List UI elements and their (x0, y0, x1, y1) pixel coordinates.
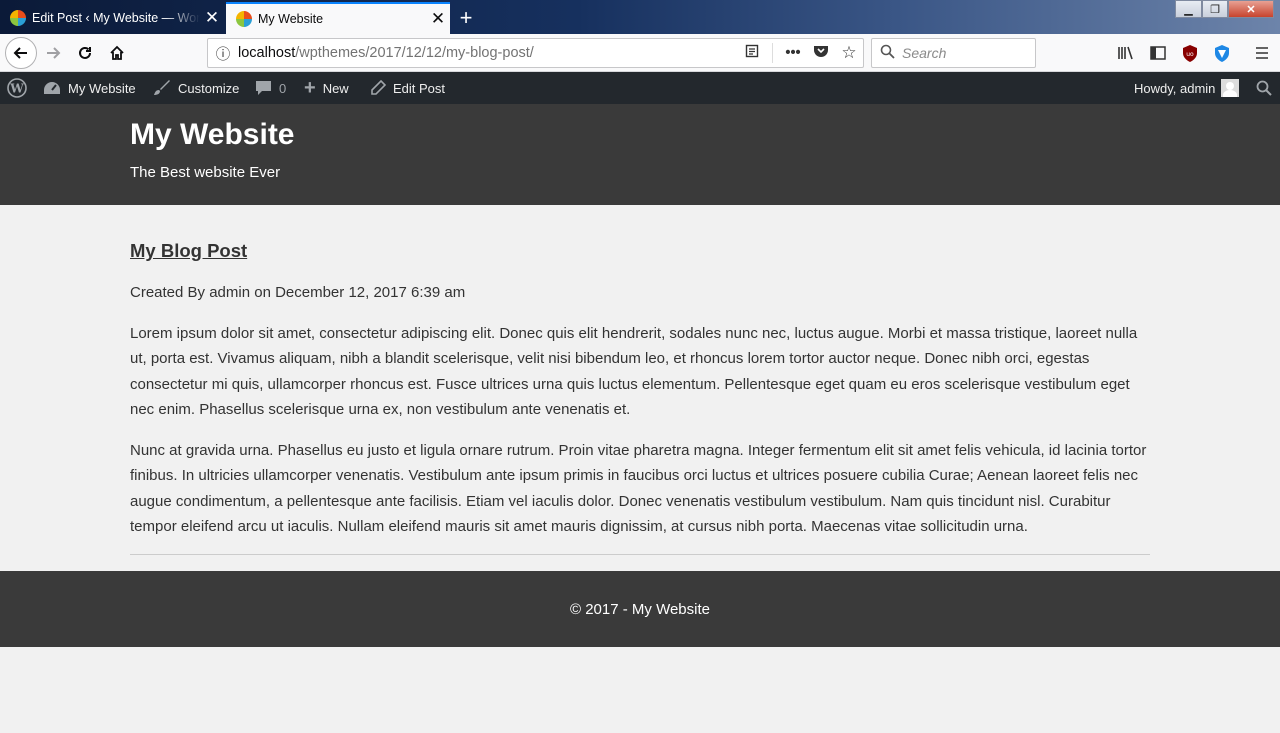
close-tab-icon[interactable]: ✕ (200, 8, 224, 28)
paintbrush-icon (153, 80, 171, 96)
wordpress-logo-icon: W (7, 78, 27, 98)
site-footer: © 2017 - My Website (0, 571, 1280, 647)
post-paragraph: Nunc at gravida urna. Phasellus eu justo… (130, 442, 1147, 535)
howdy-label: Howdy, admin (1134, 80, 1216, 96)
forward-arrow-icon (47, 47, 61, 59)
tab-my-website[interactable]: My Website ✕ (226, 2, 450, 34)
site-title[interactable]: My Website (130, 118, 295, 152)
customize-menu[interactable]: Customize (153, 72, 239, 104)
comments-menu[interactable]: 0 (255, 72, 286, 104)
wordpress-favicon-icon (10, 10, 26, 26)
url-host: localhost (238, 45, 296, 61)
edit-post-menu[interactable]: Edit Post (370, 72, 445, 104)
new-tab-button[interactable]: + (452, 2, 480, 34)
ublock-origin-icon[interactable]: uo (1178, 38, 1202, 68)
reload-button[interactable] (70, 38, 100, 68)
tab-title: My Website (258, 12, 324, 26)
back-arrow-icon (13, 47, 27, 59)
admin-search-button[interactable] (1256, 72, 1272, 104)
reader-view-icon[interactable] (738, 44, 766, 62)
url-bar-actions: ••• ☆ (738, 39, 863, 67)
page-actions-icon[interactable]: ••• (779, 45, 807, 61)
pencil-icon (370, 80, 386, 96)
menu-icon[interactable] (1250, 38, 1274, 68)
avatar (1221, 79, 1240, 97)
tab-title: Edit Post ‹ My Website — WordPress (32, 11, 200, 25)
reload-icon (79, 46, 91, 59)
post-paragraph: Lorem ipsum dolor sit amet, consectetur … (130, 325, 1138, 418)
close-tab-icon[interactable]: ✕ (426, 9, 450, 29)
search-icon (872, 44, 902, 62)
back-button[interactable] (5, 37, 37, 69)
tab-edit-post[interactable]: Edit Post ‹ My Website — WordPress ✕ (0, 2, 224, 34)
home-icon (110, 45, 124, 60)
dashboard-icon (43, 80, 61, 96)
search-icon (1256, 80, 1272, 96)
library-icon[interactable] (1114, 38, 1138, 68)
wp-admin-bar: W My Website Customize 0 + New Edit Post… (0, 72, 1280, 104)
minimize-icon[interactable]: ▁ (1175, 0, 1202, 18)
my-account-menu[interactable]: Howdy, admin (1134, 72, 1240, 104)
search-placeholder: Search (902, 45, 947, 61)
divider (130, 554, 1150, 555)
wordpress-logo-button[interactable]: W (7, 72, 27, 104)
url-bar[interactable]: ⓘ localhost/wpthemes/2017/12/12/my-blog-… (207, 38, 864, 68)
bookmark-star-icon[interactable]: ☆ (835, 43, 863, 63)
privacy-shield-icon[interactable] (1210, 38, 1234, 68)
divider (772, 43, 773, 63)
new-label: New (322, 80, 349, 96)
navigation-toolbar: ⓘ localhost/wpthemes/2017/12/12/my-blog-… (0, 34, 1280, 72)
url-path: /wpthemes/2017/12/12/my-blog-post/ (295, 45, 534, 61)
post-meta: Created By admin on December 12, 2017 6:… (130, 284, 466, 301)
edit-post-label: Edit Post (393, 80, 446, 96)
site-header: My Website The Best website Ever (0, 104, 1280, 205)
plus-icon: + (304, 76, 316, 99)
svg-text:uo: uo (1186, 51, 1194, 58)
forward-button[interactable] (38, 38, 68, 68)
customize-label: Customize (178, 80, 240, 96)
sidebar-icon[interactable] (1146, 38, 1170, 68)
site-info-icon[interactable]: ⓘ (208, 43, 238, 64)
comment-bubble-icon (255, 80, 272, 96)
site-favicon-icon (236, 11, 252, 27)
footer-text: © 2017 - My Website (570, 600, 710, 618)
new-content-menu[interactable]: + New (304, 72, 349, 104)
window-controls: ▁ ❐ ✕ (1175, 0, 1274, 18)
post-title-link[interactable]: My Blog Post (130, 240, 247, 262)
home-button[interactable] (102, 38, 132, 68)
search-bar[interactable]: Search (871, 38, 1036, 68)
pocket-icon[interactable] (807, 44, 835, 62)
site-name-menu[interactable]: My Website (43, 72, 136, 104)
maximize-icon[interactable]: ❐ (1202, 0, 1228, 18)
tab-strip: Edit Post ‹ My Website — WordPress ✕ My … (0, 0, 1280, 34)
site-name-label: My Website (68, 80, 136, 96)
site-description: The Best website Ever (130, 164, 281, 181)
comments-count: 0 (279, 80, 287, 96)
svg-text:W: W (9, 82, 24, 96)
close-window-icon[interactable]: ✕ (1228, 0, 1274, 18)
